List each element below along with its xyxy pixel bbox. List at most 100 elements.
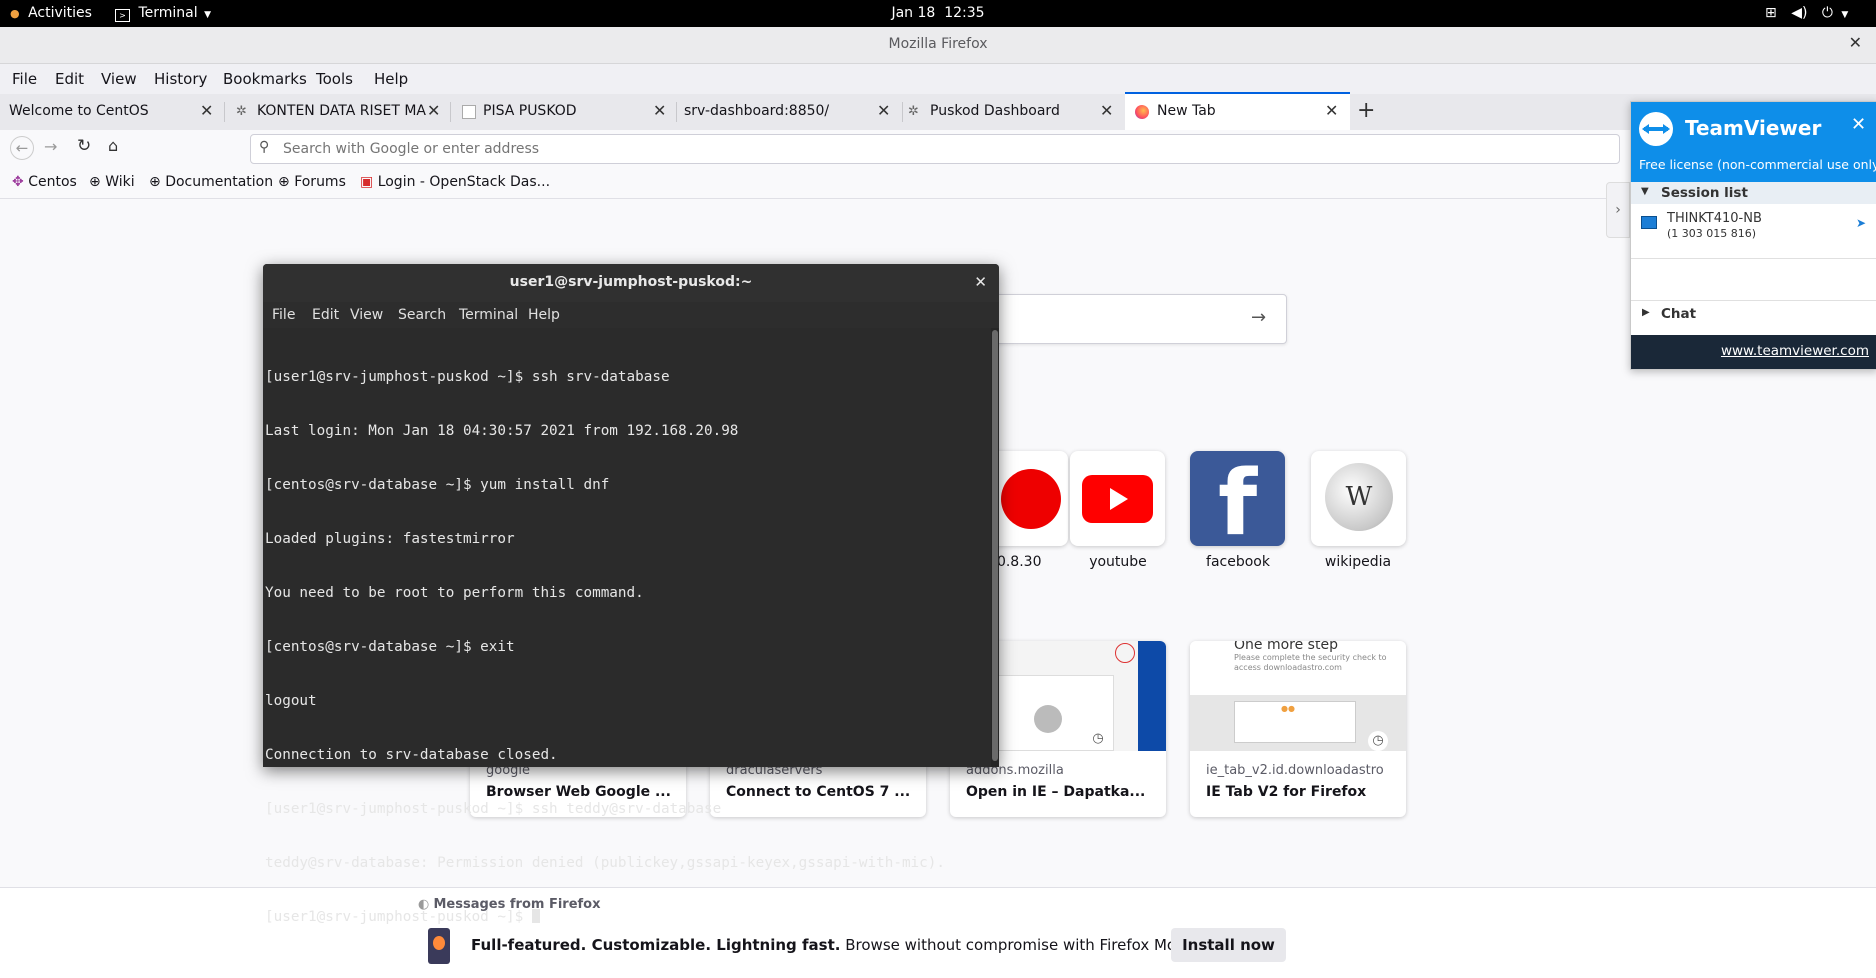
window-close-icon[interactable]: ✕ [1849, 33, 1862, 52]
globe-icon: ⊕ [149, 174, 161, 190]
tab-new-tab[interactable]: New Tab ✕ [1125, 92, 1350, 130]
tab-konten-data-riset[interactable]: ✲ KONTEN DATA RISET MA ✕ [225, 94, 451, 130]
redhat-logo-icon [1001, 469, 1061, 529]
activities-label: Activities [28, 5, 92, 21]
terminal-menu-terminal[interactable]: Terminal [459, 307, 518, 323]
teamviewer-website-link[interactable]: www.teamviewer.com [1721, 343, 1869, 359]
highlight-card-downloadastro[interactable]: One more step Please complete the securi… [1190, 641, 1406, 817]
firefox-menu-bar: File Edit View History Bookmarks Tools H… [0, 64, 1876, 94]
top-site-label: wikipedia [1324, 554, 1392, 570]
terminal-lines: [user1@srv-jumphost-puskod ~]$ ssh srv-d… [265, 332, 945, 962]
new-tab-search-box[interactable]: → [990, 294, 1287, 344]
app-menu-terminal[interactable]: > Terminal ▼ [115, 0, 211, 27]
tab-puskod-dashboard[interactable]: ✲ Puskod Dashboard ✕ [903, 94, 1125, 130]
sidebar-expand-chevron-icon[interactable]: › [1606, 182, 1630, 238]
session-list-header[interactable]: ▼ Session list [1631, 182, 1876, 204]
terminal-menu-view[interactable]: View [350, 307, 383, 323]
tab-welcome-centos[interactable]: Welcome to CentOS ✕ [0, 94, 225, 130]
top-site-label: facebook [1206, 554, 1270, 570]
bookmark-label: Login - OpenStack Das... [377, 174, 551, 190]
thumbnail-highlight-circle [1115, 643, 1135, 663]
bookmark-openstack[interactable]: ▣ Login - OpenStack Das... [360, 174, 550, 190]
teamviewer-header: TeamViewer ✕ Free license (non-commercia… [1631, 102, 1876, 182]
bookmarks-toolbar: ✥ Centos ⊕ Wiki ⊕ Documentation ⊕ Forums… [0, 168, 1876, 199]
menu-file[interactable]: File [12, 70, 37, 88]
terminal-menu-file[interactable]: File [272, 307, 295, 323]
home-icon[interactable]: ⌂ [108, 136, 118, 155]
install-now-button[interactable]: Install now [1171, 928, 1286, 962]
terminal-scrollbar[interactable] [991, 328, 999, 767]
triangle-down-icon: ▼ [1641, 186, 1649, 197]
highlight-host: ie_tab_v2.id.downloadastro [1206, 763, 1384, 778]
teamviewer-close-icon[interactable]: ✕ [1851, 114, 1866, 135]
terminal-output[interactable]: [user1@srv-jumphost-puskod ~]$ ssh srv-d… [263, 328, 991, 925]
caret-down-icon: ▼ [204, 10, 211, 20]
bookmark-label: Centos [28, 174, 77, 190]
new-tab-button[interactable]: + [1357, 98, 1375, 123]
tab-close-icon[interactable]: ✕ [877, 101, 890, 120]
history-clock-icon: ◷ [1088, 729, 1108, 749]
remote-cursor-icon: ➤ [1856, 216, 1867, 230]
scrollbar-thumb[interactable] [992, 330, 998, 761]
teamviewer-logo-icon [1639, 112, 1673, 146]
chat-header[interactable]: ▶ Chat [1631, 300, 1876, 327]
tab-label: KONTEN DATA RISET MA [257, 103, 426, 119]
terminal-menu-search[interactable]: Search [398, 307, 446, 323]
terminal-window[interactable]: user1@srv-jumphost-puskod:~ ✕ File Edit … [263, 264, 999, 925]
bookmark-centos[interactable]: ✥ Centos [12, 174, 77, 190]
chat-label: Chat [1661, 306, 1697, 322]
highlight-thumbnail: One more step Please complete the securi… [1190, 641, 1406, 751]
power-icon: ⏻ [1821, 5, 1833, 21]
tab-close-icon[interactable]: ✕ [1325, 101, 1338, 120]
tab-close-icon[interactable]: ✕ [427, 101, 440, 120]
bookmark-wiki[interactable]: ⊕ Wiki [89, 174, 135, 190]
menu-edit[interactable]: Edit [55, 70, 84, 88]
thumbnail-heading: One more step [1234, 641, 1338, 653]
thumbnail-sidebar [1138, 641, 1166, 751]
menu-tools[interactable]: Tools [316, 70, 353, 88]
system-status-area[interactable]: ⊞ ◀) ⏻ ▼ [1765, 0, 1848, 27]
computer-icon [1641, 216, 1657, 229]
terminal-menu-bar: File Edit View Search Terminal Help [263, 302, 999, 328]
terminal-menu-help[interactable]: Help [528, 307, 560, 323]
globe-icon: ⊕ [89, 174, 101, 190]
tab-pisa-puskod[interactable]: PISA PUSKOD ✕ [451, 94, 677, 130]
tab-label: srv-dashboard:8850/ [684, 103, 830, 119]
url-bar[interactable]: ⚲ [250, 134, 1620, 164]
bookmark-documentation[interactable]: ⊕ Documentation [149, 174, 273, 190]
page-favicon-icon [462, 105, 476, 119]
app-menu-label: Terminal [138, 5, 198, 21]
search-submit-arrow-icon[interactable]: → [1251, 307, 1266, 328]
activities-button[interactable]: ● Activities [10, 0, 92, 27]
back-arrow-icon[interactable]: ← [10, 136, 34, 160]
menu-help[interactable]: Help [374, 70, 408, 88]
url-input[interactable] [281, 138, 1605, 160]
session-id: (1 303 015 816) [1667, 227, 1757, 240]
tab-label: Welcome to CentOS [9, 103, 149, 119]
terminal-titlebar[interactable]: user1@srv-jumphost-puskod:~ ✕ [263, 264, 999, 303]
forward-arrow-icon[interactable]: → [44, 137, 57, 156]
tab-close-icon[interactable]: ✕ [1100, 101, 1113, 120]
top-site-tile-youtube[interactable] [1070, 451, 1165, 546]
tab-close-icon[interactable]: ✕ [200, 101, 213, 120]
top-site-tile-wikipedia[interactable]: W [1311, 451, 1406, 546]
terminal-close-icon[interactable]: ✕ [974, 273, 987, 291]
terminal-line: logout [265, 693, 317, 709]
tab-srv-dashboard[interactable]: srv-dashboard:8850/ ✕ [677, 94, 903, 130]
search-icon: ⚲ [259, 139, 270, 155]
reload-icon[interactable]: ↻ [77, 136, 91, 156]
menu-bookmarks[interactable]: Bookmarks [223, 70, 307, 88]
gear-favicon-icon: ✲ [908, 104, 919, 119]
clock-label: Jan 18 12:35 [891, 5, 985, 21]
session-item[interactable]: THINKT410-NB (1 303 015 816) ➤ [1631, 210, 1876, 246]
terminal-line: [user1@srv-jumphost-puskod ~]$ ssh teddy… [265, 801, 722, 817]
menu-history[interactable]: History [154, 70, 207, 88]
terminal-line: You need to be root to perform this comm… [265, 585, 644, 601]
terminal-menu-edit[interactable]: Edit [312, 307, 339, 323]
tab-close-icon[interactable]: ✕ [653, 101, 666, 120]
top-site-label: youtube [1089, 554, 1147, 570]
bookmark-forums[interactable]: ⊕ Forums [278, 174, 346, 190]
top-site-tile-facebook[interactable]: f [1190, 451, 1285, 546]
menu-view[interactable]: View [101, 70, 137, 88]
clock[interactable]: Jan 18 12:35 [0, 0, 1876, 27]
